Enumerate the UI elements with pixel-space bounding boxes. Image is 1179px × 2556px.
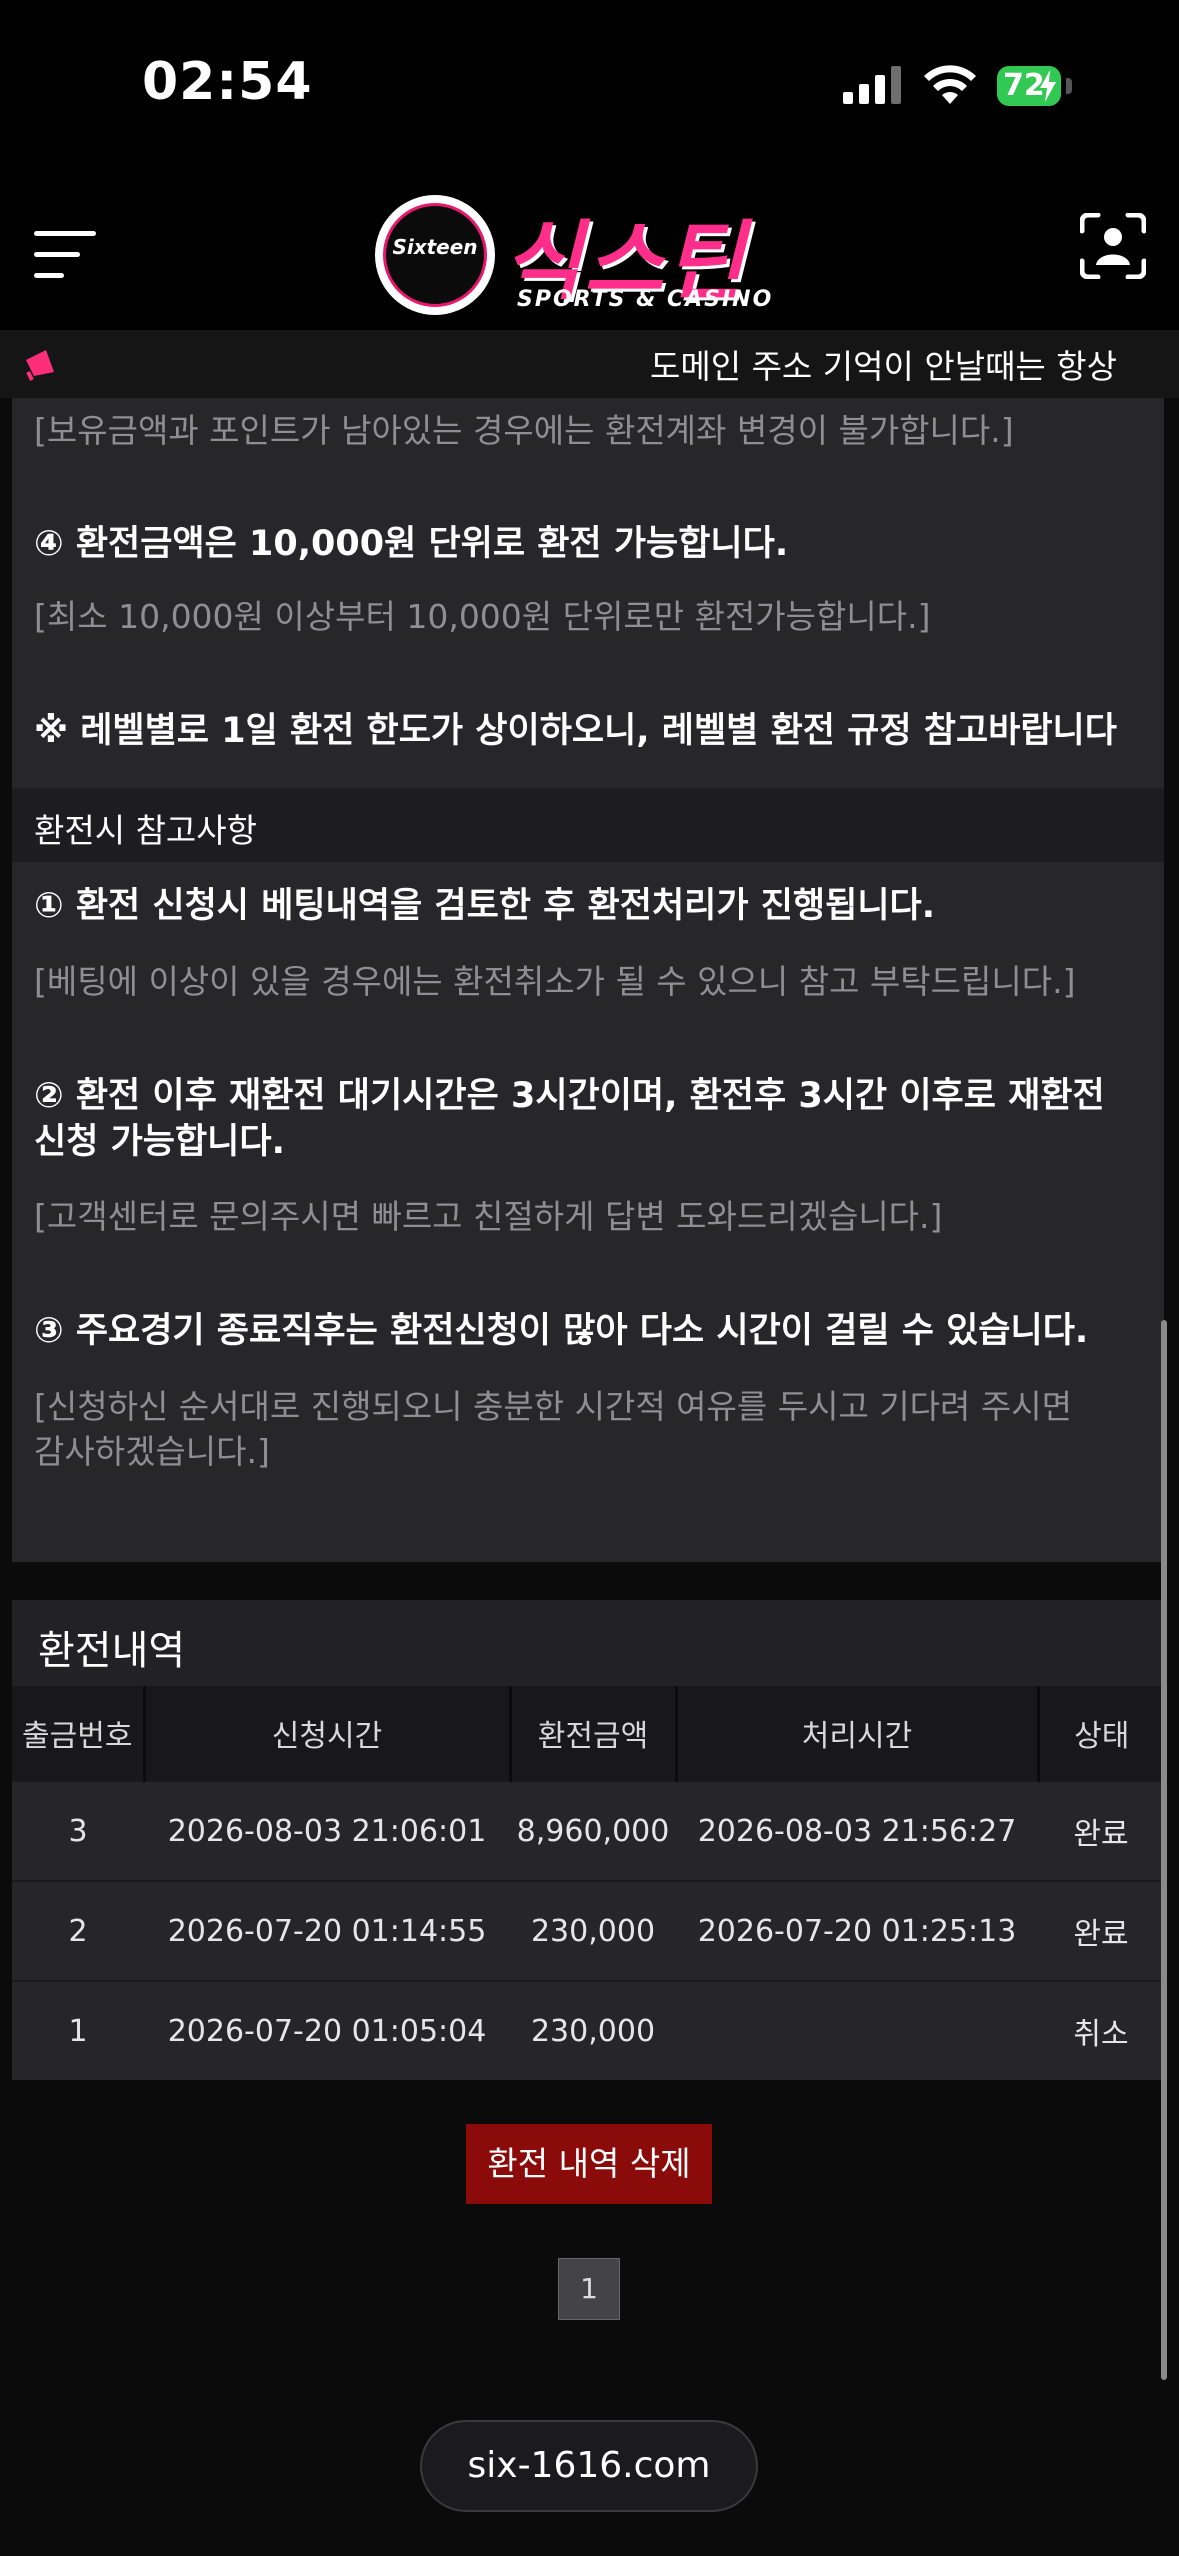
scrollbar[interactable] xyxy=(1161,1320,1167,2380)
site-logo[interactable]: Sixteen 식스틴 SPORTS & CASINO xyxy=(375,195,805,315)
announcement-icon xyxy=(26,350,54,381)
level-limit-note: ※ 레벨별로 1일 환전 한도가 상이하오니, 레벨별 환전 규정 참고바랍니다 xyxy=(34,711,1117,751)
request-time: 2026-08-03 21:06:01 xyxy=(144,1780,510,1881)
battery-level: 72 xyxy=(1003,68,1045,103)
rule-item-4-title: ④ 환전금액은 10,000원 단위로 환전 가능합니다. xyxy=(34,524,789,564)
reference-item-2-title-line2: 신청 가능합니다. xyxy=(34,1122,285,1162)
request-time: 2026-07-20 01:14:55 xyxy=(144,1880,510,1981)
wifi-icon xyxy=(924,65,976,104)
status: 완료 xyxy=(1038,1780,1164,1881)
reference-item-1-title: ① 환전 신청시 베팅내역을 검토한 후 환전처리가 진행됩니다. xyxy=(34,886,936,926)
profile-scan-icon[interactable] xyxy=(1080,213,1146,279)
withdrawal-number: 1 xyxy=(12,1980,144,2080)
history-title: 환전내역 xyxy=(38,1628,186,1674)
cellular-signal-icon xyxy=(843,66,901,104)
column-header: 처리시간 xyxy=(676,1686,1040,1781)
ticker-text: 도메인 주소 기억이 안날때는 항상 xyxy=(650,347,1117,386)
reference-item-3-title: ③ 주요경기 종료직후는 환전신청이 많아 다소 시간이 걸릴 수 있습니다. xyxy=(34,1311,1089,1351)
pagination-page-1[interactable]: 1 xyxy=(558,2258,620,2320)
hamburger-menu-icon[interactable] xyxy=(34,225,96,283)
rule-note-account: [보유금액과 포인트가 남아있는 경우에는 환전계좌 변경이 불가합니다.] xyxy=(34,411,1014,450)
table-row: 1 2026-07-20 01:05:04 230,000 취소 xyxy=(12,1980,1164,2080)
history-heading-bar: 환전내역 xyxy=(12,1600,1164,1686)
status-bar: 02:54 72 xyxy=(0,0,1179,175)
history-table: 출금번호 신청시간 환전금액 처리시간 상태 3 2026-08-03 21:0… xyxy=(12,1686,1164,2080)
site-header: Sixteen 식스틴 SPORTS & CASINO xyxy=(0,175,1179,330)
processed-time xyxy=(676,1980,1038,2080)
column-header: 환전금액 xyxy=(510,1686,678,1781)
withdrawal-number: 3 xyxy=(12,1780,144,1881)
status: 완료 xyxy=(1038,1880,1164,1981)
withdrawal-amount: 230,000 xyxy=(510,1980,676,2080)
withdrawal-number: 2 xyxy=(12,1880,144,1981)
withdrawal-amount: 8,960,000 xyxy=(510,1780,676,1881)
status: 취소 xyxy=(1038,1980,1164,2080)
withdrawal-amount: 230,000 xyxy=(510,1880,676,1981)
column-header: 신청시간 xyxy=(144,1686,512,1781)
processed-time: 2026-08-03 21:56:27 xyxy=(676,1780,1038,1881)
processed-time: 2026-07-20 01:25:13 xyxy=(676,1880,1038,1981)
charging-bolt-icon xyxy=(1040,70,1056,102)
battery-tip xyxy=(1066,78,1072,94)
reference-item-3-desc-line1: [신청하신 순서대로 진행되오니 충분한 시간적 여유를 두시고 기다려 주시면 xyxy=(34,1387,1072,1426)
reference-item-3-desc-line2: 감사하겠습니다.] xyxy=(34,1432,270,1471)
reference-item-2-desc: [고객센터로 문의주시면 빠르고 친절하게 답변 도와드리겠습니다.] xyxy=(34,1197,943,1236)
logo-subtitle: SPORTS & CASINO xyxy=(517,287,774,312)
column-header: 출금번호 xyxy=(12,1686,146,1781)
request-time: 2026-07-20 01:05:04 xyxy=(144,1980,510,2080)
section-divider xyxy=(12,1562,1164,1564)
delete-history-button[interactable]: 환전 내역 삭제 xyxy=(466,2124,712,2204)
rule-item-4-desc: [최소 10,000원 이상부터 10,000원 단위로만 환전가능합니다.] xyxy=(34,597,931,636)
reference-heading: 환전시 참고사항 xyxy=(34,811,258,850)
logo-emblem: Sixteen xyxy=(375,195,495,315)
battery-indicator: 72 xyxy=(997,66,1061,106)
reference-item-2-title-line1: ② 환전 이후 재환전 대기시간은 3시간이며, 환전후 3시간 이후로 재환전 xyxy=(34,1076,1105,1116)
history-table-header: 출금번호 신청시간 환전금액 처리시간 상태 xyxy=(12,1686,1164,1781)
status-time: 02:54 xyxy=(142,52,313,112)
logo-word: Sixteen xyxy=(392,235,478,259)
browser-url-bar[interactable]: six-1616.com xyxy=(420,2420,758,2512)
reference-heading-bar: 환전시 참고사항 xyxy=(12,788,1164,862)
column-header: 상태 xyxy=(1038,1686,1164,1781)
reference-item-1-desc: [베팅에 이상이 있을 경우에는 환전취소가 될 수 있으니 참고 부탁드립니다… xyxy=(34,962,1076,1001)
table-row: 3 2026-08-03 21:06:01 8,960,000 2026-08-… xyxy=(12,1780,1164,1881)
table-row: 2 2026-07-20 01:14:55 230,000 2026-07-20… xyxy=(12,1880,1164,1981)
notice-ticker: 도메인 주소 기억이 안날때는 항상 xyxy=(0,330,1179,398)
